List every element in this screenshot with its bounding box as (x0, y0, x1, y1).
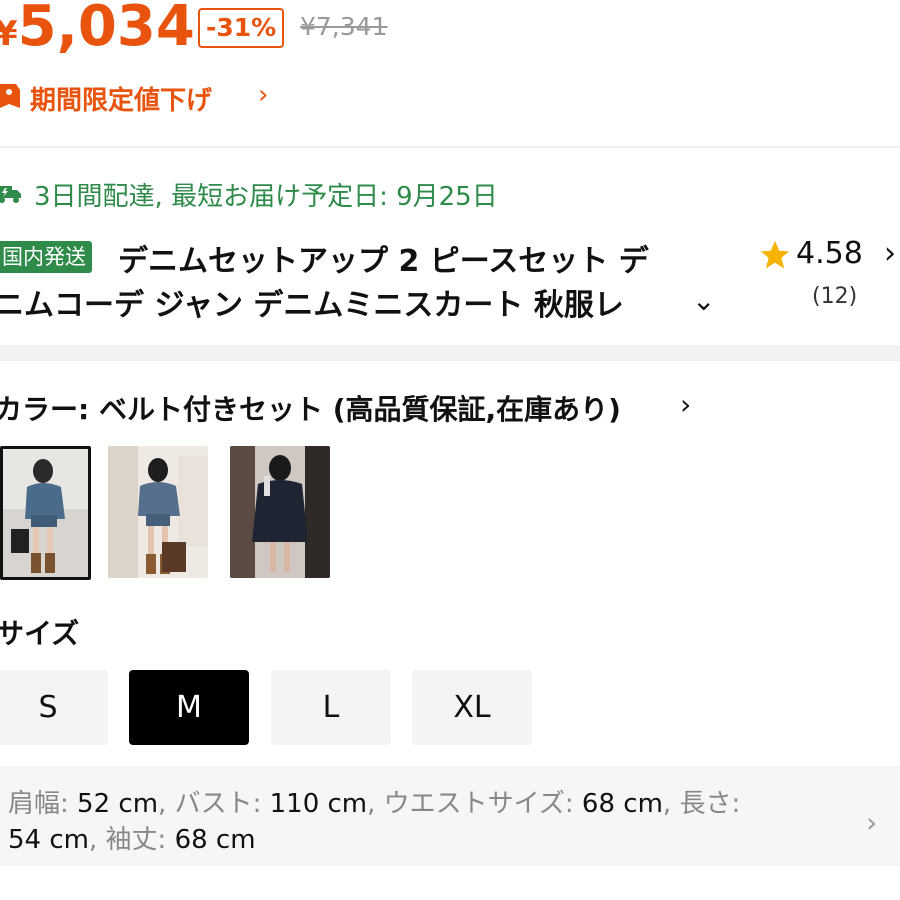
chevron-right-icon[interactable]: › (258, 80, 268, 110)
expand-title-icon[interactable]: ⌄ (692, 284, 715, 317)
size-option-m[interactable]: M (129, 670, 249, 745)
tag-icon (0, 84, 20, 108)
size-measurements: 肩幅: 52 cm, バスト: 110 cm, ウエストサイズ: 68 cm, … (8, 789, 741, 855)
product-photo (230, 446, 330, 578)
color-thumbnail-3[interactable] (230, 446, 330, 578)
product-title-line2: ニムコーデ ジャン デニムミニスカート 秋服レ (0, 288, 624, 323)
color-selector-label[interactable]: カラー: ベルト付きセット (高品質保証,在庫あり) (0, 388, 621, 428)
domestic-shipping-badge: 国内発送 (0, 241, 92, 273)
original-price: ¥7,341 (300, 12, 388, 41)
review-count[interactable]: (12) (812, 284, 857, 309)
rating-value[interactable]: 4.58 (796, 236, 863, 271)
discount-badge: -31% (198, 8, 285, 48)
measure-value: 68 cm (174, 825, 256, 855)
chevron-right-icon[interactable]: › (884, 236, 896, 271)
chevron-right-icon[interactable]: › (866, 806, 877, 839)
measure-value: 68 cm (581, 789, 663, 819)
product-photo (108, 446, 208, 578)
size-label: サイズ (0, 617, 80, 650)
chevron-right-icon[interactable]: › (680, 388, 691, 421)
promo-link[interactable]: 期間限定値下げ (30, 80, 212, 117)
truck-icon (0, 186, 21, 203)
size-option-l[interactable]: L (271, 670, 391, 745)
star-icon (760, 240, 790, 269)
color-thumbnail-2[interactable] (108, 446, 208, 578)
section-divider (0, 345, 900, 361)
measure-key: 長さ (679, 789, 732, 819)
measure-key: 袖丈 (105, 825, 158, 855)
measure-key: バスト (174, 789, 253, 819)
product-title-line1: デニムセットアップ 2 ピースセット デ (118, 244, 649, 279)
price-value: 5,034 (17, 0, 195, 59)
currency-symbol: ¥ (0, 14, 18, 54)
color-thumbnail-1[interactable] (0, 446, 91, 580)
current-price: ¥5,034 (0, 0, 195, 59)
measure-value: 54 cm (8, 825, 89, 855)
measure-key: ウエストサイズ (383, 789, 565, 819)
size-option-xl[interactable]: XL (412, 670, 532, 745)
measure-value: 52 cm (77, 789, 159, 819)
delivery-info: 3日間配達, 最短お届け予定日: 9月25日 (34, 182, 498, 212)
measure-key: 肩幅 (8, 789, 61, 819)
size-option-s[interactable]: S (0, 670, 108, 745)
product-photo (3, 449, 88, 577)
divider (0, 146, 900, 148)
measure-value: 110 cm (269, 789, 368, 819)
